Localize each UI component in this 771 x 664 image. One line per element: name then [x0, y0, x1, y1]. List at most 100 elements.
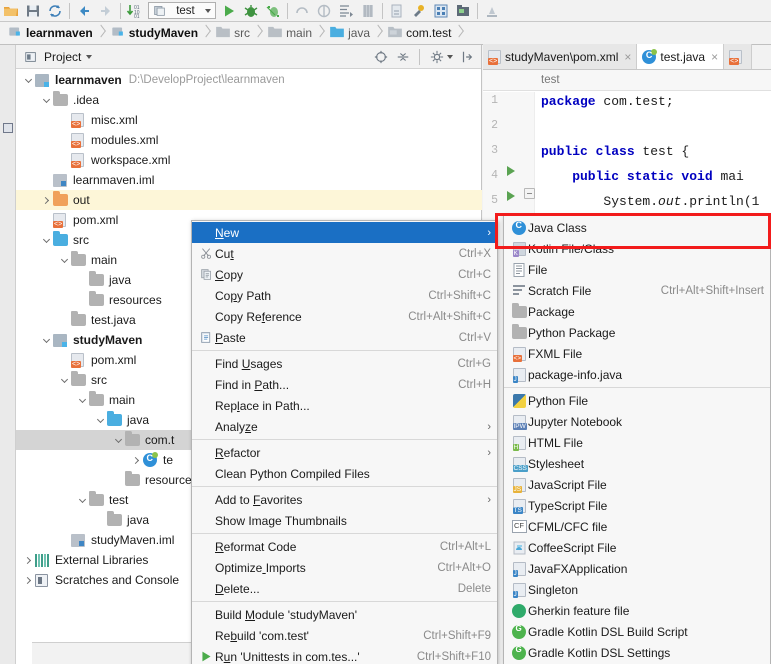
chevron-right-icon[interactable]: [22, 550, 35, 570]
menu-item-reformat-code[interactable]: Reformat Code Ctrl+Alt+L: [192, 536, 497, 557]
locate-icon[interactable]: [372, 48, 389, 65]
run-configuration-selector[interactable]: test: [148, 2, 216, 19]
submenu-item-gradle-kotlin-dsl-build-script[interactable]: Gradle Kotlin DSL Build Script: [504, 621, 770, 642]
sdk-manager-icon[interactable]: [452, 1, 474, 21]
menu-item-run--unittests-in-com-tes[interactable]: Run 'Unittests in com.tes...' Ctrl+Shift+…: [192, 646, 497, 664]
back-icon[interactable]: [73, 1, 95, 21]
submenu-item-gradle-kotlin-dsl-settings[interactable]: Gradle Kotlin DSL Settings: [504, 642, 770, 663]
fold-icon-line4[interactable]: [524, 188, 535, 199]
run-icon[interactable]: [218, 1, 240, 21]
submenu-item-javascript-file[interactable]: JS JavaScript File: [504, 474, 770, 495]
forward-icon[interactable]: [95, 1, 117, 21]
menu-item-delete[interactable]: Delete... Delete: [192, 578, 497, 599]
console-icon[interactable]: [357, 1, 379, 21]
menu-item-clean-python-compiled-files[interactable]: Clean Python Compiled Files: [192, 463, 497, 484]
editor-tab-studymaven-pom-xml[interactable]: studyMaven\pom.xml ×: [483, 44, 638, 69]
hide-icon[interactable]: [458, 48, 475, 65]
chevron-down-icon[interactable]: [40, 90, 53, 110]
submenu-item-python-package[interactable]: Python Package: [504, 322, 770, 343]
chevron-down-icon[interactable]: [76, 490, 89, 510]
menu-item-show-image-thumbnails[interactable]: Show Image Thumbnails: [192, 510, 497, 531]
menu-item-rebuild--com-test[interactable]: Rebuild 'com.test' Ctrl+Shift+F9: [192, 625, 497, 646]
menu-item-cut[interactable]: Cut Ctrl+X: [192, 243, 497, 264]
submenu-item-kotlin-file-class[interactable]: K Kotlin File/Class: [504, 238, 770, 259]
chevron-down-icon[interactable]: [94, 410, 107, 430]
run-coverage-icon[interactable]: [262, 1, 284, 21]
sync-icon[interactable]: [44, 1, 66, 21]
new-submenu[interactable]: Java ClassKKotlin File/ClassFileScratch …: [503, 215, 771, 664]
submenu-item-coffeescript-file[interactable]: CoffeeScript File: [504, 537, 770, 558]
open-folder-icon[interactable]: [0, 1, 22, 21]
menu-item-find-in-path[interactable]: Find in Path... Ctrl+H: [192, 374, 497, 395]
update-project-icon[interactable]: 01 10 01: [124, 1, 146, 21]
tree-row[interactable]: out: [16, 190, 482, 210]
submenu-item-scratch-file[interactable]: Scratch File Ctrl+Alt+Shift+Insert: [504, 280, 770, 301]
settings-gear-icon[interactable]: [428, 48, 445, 65]
chevron-down-icon[interactable]: [86, 54, 93, 59]
close-icon[interactable]: ×: [711, 50, 718, 64]
tree-row[interactable]: workspace.xml: [16, 150, 482, 170]
profile-icon[interactable]: [291, 1, 313, 21]
submenu-item-python-file[interactable]: Python File: [504, 390, 770, 411]
chevron-down-icon[interactable]: [205, 8, 211, 13]
menu-item-paste[interactable]: Paste Ctrl+V: [192, 327, 497, 348]
chevron-down-icon[interactable]: [76, 390, 89, 410]
chevron-down-icon[interactable]: [40, 330, 53, 350]
context-menu[interactable]: New › Cut Ctrl+X Copy Ctrl+C Copy Path Ctrl+Shi…: [191, 220, 498, 664]
submenu-item-javafxapplication[interactable]: J JavaFXApplication: [504, 558, 770, 579]
submenu-item-file[interactable]: File: [504, 259, 770, 280]
menu-item-new[interactable]: New ›: [192, 222, 497, 243]
attach-icon[interactable]: [313, 1, 335, 21]
debug-icon[interactable]: [240, 1, 262, 21]
menu-item-build-module--studymaven[interactable]: Build Module 'studyMaven': [192, 604, 497, 625]
menu-item-find-usages[interactable]: Find Usages Ctrl+G: [192, 353, 497, 374]
menu-item-analyze[interactable]: Analyze ›: [192, 416, 497, 437]
breadcrumb-item-com-test[interactable]: com.test: [384, 22, 453, 45]
code-line[interactable]: System.out.println(1: [541, 194, 759, 209]
submenu-item-fxml-file[interactable]: <> FXML File: [504, 343, 770, 364]
menu-item-refactor[interactable]: Refactor ›: [192, 442, 497, 463]
tree-row[interactable]: .idea: [16, 90, 482, 110]
chevron-down-icon[interactable]: [22, 70, 35, 90]
chevron-down-icon[interactable]: [58, 370, 71, 390]
menu-item-copy[interactable]: Copy Ctrl+C: [192, 264, 497, 285]
save-all-icon[interactable]: [22, 1, 44, 21]
tree-row[interactable]: learnmaven.iml: [16, 170, 482, 190]
submenu-item-singleton[interactable]: J Singleton: [504, 579, 770, 600]
stop-icon[interactable]: [335, 1, 357, 21]
breadcrumb-item-java[interactable]: java: [326, 22, 372, 45]
breadcrumb-item-main[interactable]: main: [264, 22, 314, 45]
menu-item-optimize-imports[interactable]: Optimize Imports Ctrl+Alt+O: [192, 557, 497, 578]
run-gutter-icon-line3[interactable]: [507, 166, 515, 176]
submenu-item-gherkin-feature-file[interactable]: Gherkin feature file: [504, 600, 770, 621]
chevron-right-icon[interactable]: [22, 570, 35, 590]
collapse-all-icon[interactable]: [394, 48, 411, 65]
chevron-down-icon[interactable]: [58, 250, 71, 270]
submenu-item-stylesheet[interactable]: CSS Stylesheet: [504, 453, 770, 474]
memory-indicator-icon[interactable]: [386, 1, 408, 21]
chevron-right-icon[interactable]: [130, 450, 143, 470]
submenu-item-java-class[interactable]: Java Class: [504, 217, 770, 238]
editor-tab-extra[interactable]: [724, 44, 753, 69]
tree-row[interactable]: learnmaven D:\DevelopProject\learnmaven: [16, 70, 482, 90]
gear-chevron-down-icon[interactable]: [447, 54, 453, 59]
breadcrumb-item-studymaven[interactable]: studyMaven: [107, 22, 200, 45]
tree-row[interactable]: misc.xml: [16, 110, 482, 130]
project-tool-icon[interactable]: [3, 123, 13, 133]
submenu-item-typescript-file[interactable]: TS TypeScript File: [504, 495, 770, 516]
chevron-down-icon[interactable]: [40, 230, 53, 250]
chevron-down-icon[interactable]: [112, 430, 125, 450]
code-line[interactable]: public static void mai: [541, 169, 744, 184]
menu-item-add-to-favorites[interactable]: Add to Favorites ›: [192, 489, 497, 510]
chevron-right-icon[interactable]: [40, 190, 53, 210]
menu-item-copy-path[interactable]: Copy Path Ctrl+Shift+C: [192, 285, 497, 306]
submenu-item-html-file[interactable]: H HTML File: [504, 432, 770, 453]
settings-icon[interactable]: [408, 1, 430, 21]
submenu-item-package[interactable]: Package: [504, 301, 770, 322]
menu-item-replace-in-path[interactable]: Replace in Path...: [192, 395, 497, 416]
submenu-item-jupyter-notebook[interactable]: IPW Jupyter Notebook: [504, 411, 770, 432]
search-everywhere-icon[interactable]: [481, 1, 503, 21]
code-line[interactable]: public class test {: [541, 144, 689, 159]
close-icon[interactable]: ×: [624, 50, 631, 64]
run-gutter-icon-line4[interactable]: [507, 191, 515, 201]
